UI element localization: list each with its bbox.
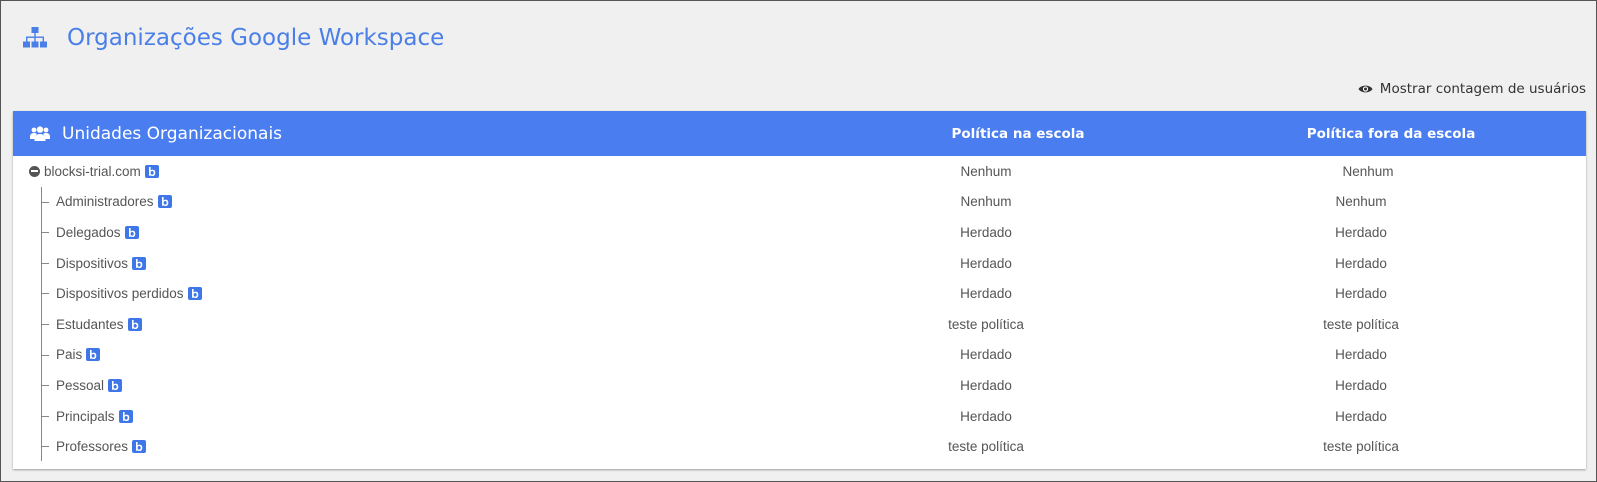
table-row-root: blocksi-trial.com Nenhum Nenhum — [13, 156, 1586, 187]
collapse-icon[interactable] — [29, 165, 40, 177]
outside-policy-value[interactable]: Herdado — [1246, 278, 1476, 309]
blocksi-badge-icon[interactable] — [127, 317, 142, 331]
outside-policy-value[interactable]: teste política — [1246, 309, 1476, 340]
blocksi-badge-icon[interactable] — [144, 164, 159, 178]
school-policy-value[interactable]: Nenhum — [871, 156, 1101, 187]
blocksi-badge-icon[interactable] — [108, 378, 123, 392]
column-header-units-label: Unidades Organizacionais — [62, 123, 283, 144]
tree-branch — [41, 385, 49, 387]
school-policy-value[interactable]: Nenhum — [871, 187, 1101, 218]
outside-policy-value[interactable]: Nenhum — [1246, 187, 1476, 218]
blocksi-badge-icon[interactable] — [187, 287, 202, 301]
table-row: Pais Herdado Herdado — [13, 340, 1586, 371]
org-unit-name[interactable]: Dispositivos perdidos — [56, 286, 184, 301]
column-header-units: Unidades Organizacionais — [30, 111, 282, 156]
school-policy-value[interactable]: teste política — [871, 431, 1101, 462]
outside-policy-value[interactable]: Herdado — [1246, 401, 1476, 432]
page-title: Organizações Google Workspace — [67, 25, 445, 51]
org-unit-name[interactable]: Estudantes — [56, 317, 124, 332]
org-unit-name[interactable]: Professores — [56, 439, 128, 454]
school-policy-value[interactable]: Herdado — [871, 401, 1101, 432]
column-header-school-policy: Política na escola — [951, 125, 1085, 142]
blocksi-badge-icon[interactable] — [132, 440, 147, 454]
blocksi-badge-icon[interactable] — [124, 225, 139, 239]
eye-icon — [1358, 84, 1373, 94]
tree-branch — [41, 293, 49, 295]
table-row: Pessoal Herdado Herdado — [13, 370, 1586, 401]
outside-policy-value[interactable]: Nenhum — [1253, 156, 1483, 187]
org-unit-name[interactable]: Administradores — [56, 194, 154, 209]
table-row: Administradores Nenhum Nenhum — [13, 187, 1586, 218]
school-policy-value[interactable]: Herdado — [871, 217, 1101, 248]
table-header: Unidades Organizacionais Política na esc… — [13, 111, 1586, 156]
org-unit-name[interactable]: blocksi-trial.com — [44, 164, 141, 179]
table-row: Delegados Herdado Herdado — [13, 217, 1586, 248]
page-header: Organizações Google Workspace — [23, 21, 444, 55]
org-unit-name[interactable]: Principals — [56, 409, 115, 424]
school-policy-value[interactable]: Herdado — [871, 278, 1101, 309]
blocksi-badge-icon[interactable] — [118, 409, 133, 423]
column-header-outside-policy: Política fora da escola — [1306, 125, 1476, 142]
blocksi-badge-icon[interactable] — [86, 348, 101, 362]
show-user-count-label: Mostrar contagem de usuários — [1379, 81, 1586, 97]
school-policy-value[interactable]: Herdado — [871, 370, 1101, 401]
org-unit-name[interactable]: Pessoal — [56, 378, 104, 393]
show-user-count-toggle[interactable]: Mostrar contagem de usuários — [1358, 81, 1586, 97]
org-unit-name[interactable]: Dispositivos — [56, 256, 128, 271]
outside-policy-value[interactable]: Herdado — [1246, 248, 1476, 279]
tree-branch — [41, 323, 49, 325]
blocksi-badge-icon[interactable] — [132, 256, 147, 270]
app-frame: Organizações Google Workspace Mostrar co… — [0, 0, 1597, 482]
school-policy-value[interactable]: Herdado — [871, 248, 1101, 279]
outside-policy-value[interactable]: Herdado — [1246, 370, 1476, 401]
table-row: Principals Herdado Herdado — [13, 401, 1586, 432]
org-unit-name[interactable]: Delegados — [56, 225, 121, 240]
tree-branch — [41, 262, 49, 264]
outside-policy-value[interactable]: Herdado — [1246, 217, 1476, 248]
tree-branch — [41, 232, 49, 234]
table-row: Estudantes teste política teste política — [13, 309, 1586, 340]
tree-branch — [41, 415, 49, 417]
outside-policy-value[interactable]: Herdado — [1246, 340, 1476, 371]
tree-branch — [41, 201, 49, 203]
table-row: Professores teste política teste polític… — [13, 431, 1586, 462]
tree-branch — [41, 446, 49, 448]
org-tree: blocksi-trial.com Nenhum Nenhum Administ… — [13, 156, 1586, 462]
org-unit-name[interactable]: Pais — [56, 347, 82, 362]
table-row: Dispositivos perdidos Herdado Herdado — [13, 278, 1586, 309]
outside-policy-value[interactable]: teste política — [1246, 431, 1476, 462]
school-policy-value[interactable]: teste política — [871, 309, 1101, 340]
users-icon — [30, 126, 50, 141]
sitemap-icon — [23, 26, 47, 50]
table-row: Dispositivos Herdado Herdado — [13, 248, 1586, 279]
school-policy-value[interactable]: Herdado — [871, 340, 1101, 371]
org-units-panel: Unidades Organizacionais Política na esc… — [13, 111, 1586, 469]
tree-branch — [41, 354, 49, 356]
blocksi-badge-icon[interactable] — [157, 195, 172, 209]
